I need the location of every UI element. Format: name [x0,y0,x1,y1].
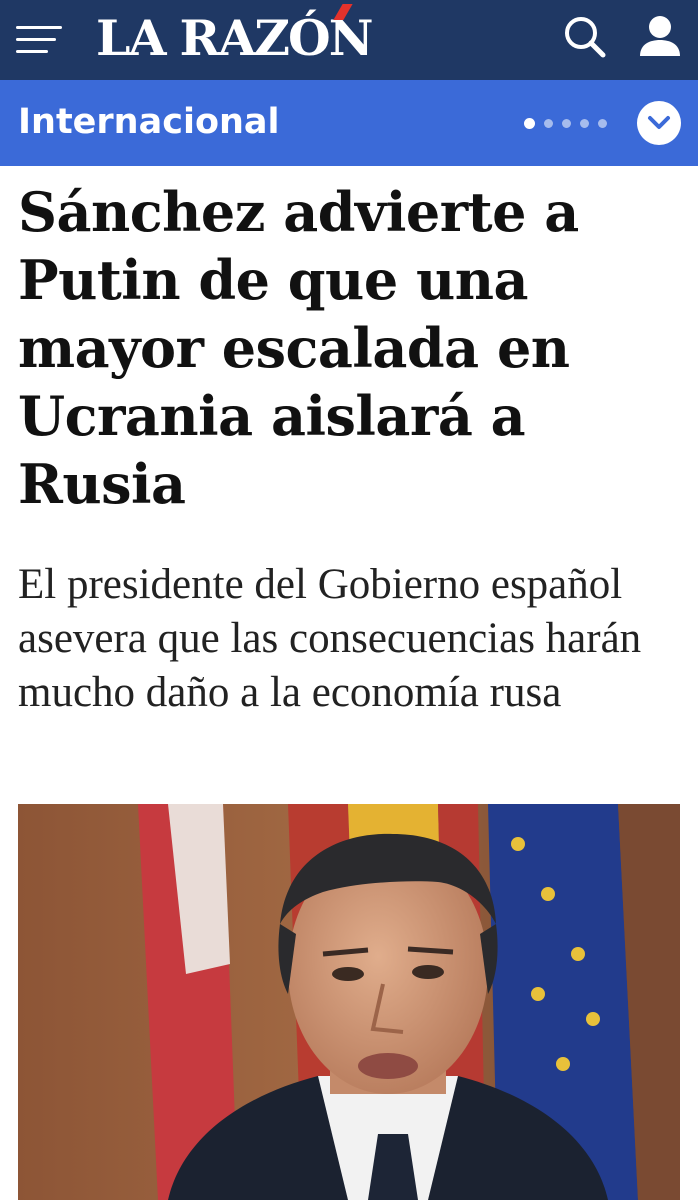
section-bar: Internacional [0,80,698,166]
carousel-dots [522,118,612,129]
article-subtitle: El presidente del Gobierno español aseve… [18,561,642,716]
expand-sections-button[interactable] [637,101,681,145]
carousel-dot[interactable] [544,119,553,128]
carousel-dot[interactable] [580,119,589,128]
article-headline: Sánchez advierte a Putin de que una mayo… [18,180,579,516]
article-photo[interactable] [18,804,680,1200]
chevron-down-icon [648,116,670,129]
top-bar: LA RAZÓN [0,0,698,80]
carousel-dot[interactable] [598,119,607,128]
user-icon[interactable] [636,14,684,60]
carousel-dot[interactable] [562,119,571,128]
site-logo[interactable]: LA RAZÓN [96,8,374,68]
carousel-dot-active[interactable] [524,118,535,129]
section-link-internacional[interactable]: Internacional [18,98,280,146]
search-icon[interactable] [562,14,608,60]
hamburger-menu-icon[interactable] [16,24,62,56]
